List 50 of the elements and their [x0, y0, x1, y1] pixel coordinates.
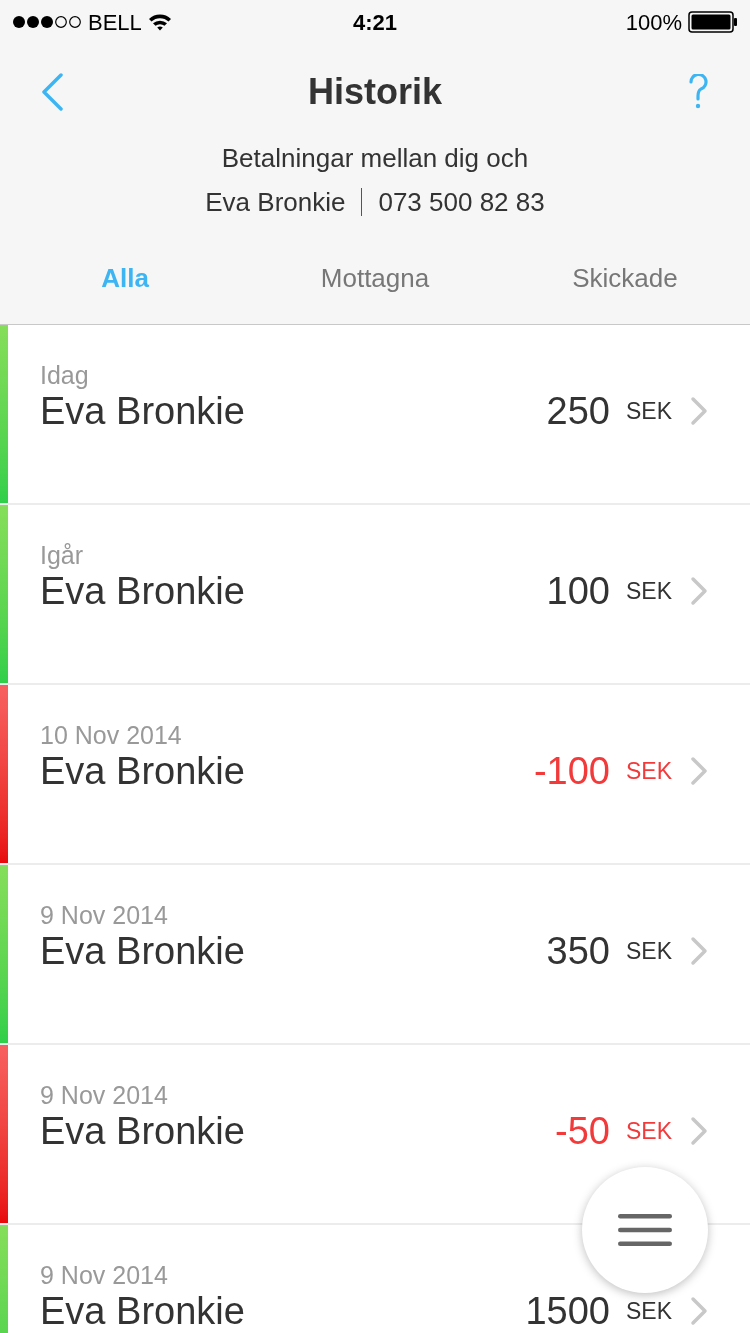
currency: SEK	[625, 397, 672, 425]
amount: -100	[533, 749, 610, 793]
transaction-row[interactable]: 9 Nov 2014 Eva Bronkie -50 SEK	[0, 1045, 750, 1225]
filter-tab[interactable]: Skickade	[572, 260, 678, 296]
transaction-date: 10 Nov 2014	[40, 721, 182, 749]
transaction-date: Idag	[40, 361, 89, 389]
transaction-date: 9 Nov 2014	[40, 901, 168, 929]
payer-name: Eva Bronkie	[40, 749, 245, 793]
amount: 100	[546, 569, 610, 613]
transaction-date: 9 Nov 2014	[40, 1261, 168, 1289]
transaction-row[interactable]: 9 Nov 2014 Eva Bronkie 350 SEK	[0, 865, 750, 1045]
status-time: 4:21	[352, 8, 397, 37]
payer-name: Eva Bronkie	[40, 389, 245, 433]
payer-name: Eva Bronkie	[40, 1109, 245, 1153]
currency: SEK	[625, 1297, 672, 1325]
currency: SEK	[625, 1117, 672, 1145]
chevron-right-icon	[690, 1116, 708, 1146]
hamburger-menu-icon	[618, 1214, 672, 1246]
wifi-icon	[147, 13, 172, 31]
transaction-date: 9 Nov 2014	[40, 1081, 168, 1109]
amount: -50	[555, 1109, 610, 1153]
transaction-row[interactable]: Igår Eva Bronkie 100 SEK	[0, 505, 750, 685]
payer-name: Eva Bronkie	[40, 929, 245, 973]
question-mark-icon	[688, 74, 708, 110]
chevron-right-icon	[690, 936, 708, 966]
filter-tab[interactable]: Mottagna	[320, 260, 430, 296]
amount: 350	[546, 929, 610, 973]
chevron-right-icon	[690, 576, 708, 606]
transaction-date: Igår	[40, 541, 84, 569]
chevron-right-icon	[690, 756, 708, 786]
transaction-row[interactable]: Idag Eva Bronkie 250 SEK	[0, 325, 750, 505]
signal-strength-icon	[12, 15, 82, 29]
currency: SEK	[625, 757, 672, 785]
payer-name: Eva Bronkie	[40, 1289, 245, 1333]
chevron-right-icon	[690, 396, 708, 426]
battery-icon	[688, 11, 738, 33]
currency: SEK	[625, 937, 672, 965]
transaction-row[interactable]: 10 Nov 2014 Eva Bronkie -100 SEK	[0, 685, 750, 865]
subtitle: Betalningar mellan dig och	[221, 142, 529, 175]
screen-title: Historik	[307, 70, 442, 114]
battery-percent: 100%	[625, 8, 682, 37]
carrier-name: BELL	[88, 8, 142, 37]
amount: 250	[546, 389, 610, 433]
amount: 1500	[525, 1289, 610, 1333]
back-chevron-icon	[40, 73, 64, 111]
contact-name: Eva Bronkie	[205, 185, 346, 219]
payer-name: Eva Bronkie	[40, 569, 245, 613]
chevron-right-icon	[690, 1296, 708, 1326]
currency: SEK	[625, 577, 672, 605]
contact-phone: 073 500 82 83	[378, 185, 545, 219]
